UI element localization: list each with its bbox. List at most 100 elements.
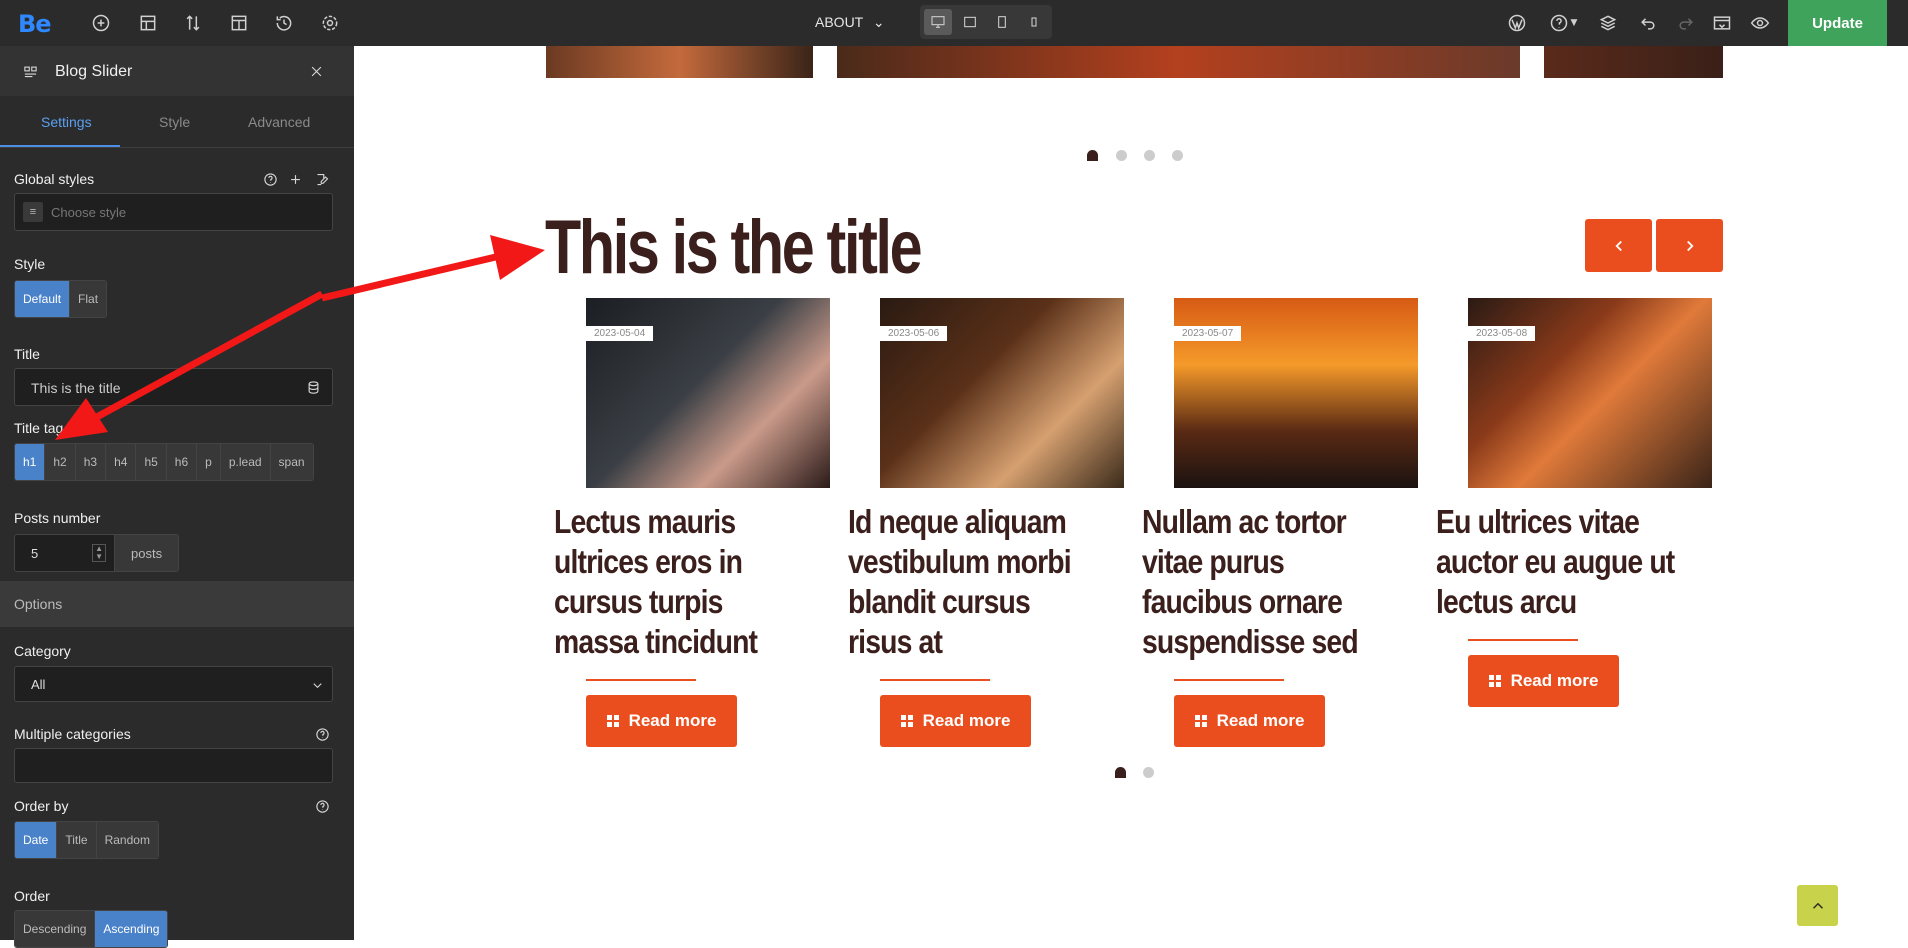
post-title[interactable]: Eu ultrices vitae auctor eu augue ut lec… xyxy=(1436,502,1681,622)
title-divider xyxy=(586,679,696,681)
tablet-portrait-icon[interactable] xyxy=(988,9,1016,35)
slider-dot-active[interactable] xyxy=(1087,150,1098,161)
title-tag-segmented: h1 h2 h3 h4 h5 h6 p p.lead span xyxy=(14,443,314,481)
title-tag-h4[interactable]: h4 xyxy=(106,444,137,480)
grid-icon xyxy=(1194,715,1207,727)
read-more-button[interactable]: Read more xyxy=(1174,695,1325,747)
blog-slider-title[interactable]: This is the title xyxy=(545,204,923,291)
post-title[interactable]: Lectus mauris ultrices eros in cursus tu… xyxy=(554,502,799,662)
help-icon[interactable] xyxy=(262,171,278,187)
layers-icon[interactable] xyxy=(1596,11,1620,35)
tab-style[interactable]: Style xyxy=(159,114,190,130)
close-icon[interactable] xyxy=(308,63,324,79)
slider-image xyxy=(1544,46,1723,78)
post-title[interactable]: Nullam ac tortor vitae purus faucibus or… xyxy=(1142,502,1387,662)
title-tag-h1[interactable]: h1 xyxy=(15,444,46,480)
page-select-label: ABOUT xyxy=(815,14,863,30)
be-logo[interactable]: Be xyxy=(18,10,52,38)
slider-dot[interactable] xyxy=(1143,767,1154,778)
database-icon[interactable] xyxy=(305,379,321,395)
global-style-placeholder: Choose style xyxy=(51,205,127,220)
template-icon[interactable] xyxy=(227,11,251,35)
undo-icon[interactable] xyxy=(1636,11,1660,35)
order-by-random[interactable]: Random xyxy=(96,822,158,858)
eye-icon[interactable] xyxy=(1748,11,1772,35)
sidebar-title: Blog Slider xyxy=(55,63,133,80)
order-descending[interactable]: Descending xyxy=(15,911,96,947)
grid-icon xyxy=(606,715,619,727)
read-more-button[interactable]: Read more xyxy=(880,695,1031,747)
title-label: Title xyxy=(14,346,40,362)
grid-icon xyxy=(1488,675,1501,687)
title-tag-label: Title tag xyxy=(14,420,64,436)
title-tag-p[interactable]: p xyxy=(197,444,221,480)
settings-icon[interactable] xyxy=(318,11,342,35)
posts-number-stepper: 5 ▲ ▼ posts xyxy=(14,534,180,572)
history-icon[interactable] xyxy=(272,11,296,35)
title-divider xyxy=(1468,639,1578,641)
sort-icon[interactable] xyxy=(181,11,205,35)
style-segmented: Default Flat xyxy=(14,280,108,318)
order-by-title[interactable]: Title xyxy=(57,822,97,858)
post-date: 2023-05-04 xyxy=(586,326,654,341)
multiple-categories-input[interactable] xyxy=(14,748,333,783)
title-tag-p-lead[interactable]: p.lead xyxy=(220,444,271,480)
help-dropdown-icon[interactable]: ▼ xyxy=(1567,11,1581,35)
order-by-date[interactable]: Date xyxy=(15,822,58,858)
tab-advanced[interactable]: Advanced xyxy=(248,114,310,130)
chevron-down-icon: ⌄ xyxy=(872,14,885,30)
slider-dot[interactable] xyxy=(1116,150,1127,161)
slider-next-button[interactable] xyxy=(1656,219,1723,272)
active-tab-underline xyxy=(0,145,120,147)
mobile-icon[interactable] xyxy=(1020,9,1048,35)
chevron-right-icon xyxy=(1686,240,1694,251)
tab-settings[interactable]: Settings xyxy=(41,114,92,130)
options-label: Options xyxy=(14,596,63,612)
posts-number-input[interactable]: 5 ▲ ▼ xyxy=(15,535,115,571)
category-value: All xyxy=(31,677,46,692)
title-tag-h6[interactable]: h6 xyxy=(166,444,198,480)
style-option-default[interactable]: Default xyxy=(15,281,71,317)
redo-icon[interactable] xyxy=(1674,11,1698,35)
slider-prev-button[interactable] xyxy=(1585,219,1652,272)
style-option-flat[interactable]: Flat xyxy=(70,281,107,317)
scroll-to-top-button[interactable] xyxy=(1797,885,1838,926)
title-tag-h5[interactable]: h5 xyxy=(136,444,167,480)
add-icon[interactable] xyxy=(287,171,303,187)
title-tag-h2[interactable]: h2 xyxy=(45,444,76,480)
wordpress-icon[interactable] xyxy=(1505,11,1529,35)
edit-style-icon[interactable] xyxy=(314,171,330,187)
category-select[interactable]: All xyxy=(14,666,333,702)
global-style-select[interactable]: ≡ Choose style xyxy=(14,193,333,231)
preview-icon[interactable] xyxy=(1710,11,1734,35)
update-button[interactable]: Update xyxy=(1788,0,1887,46)
slider-dot[interactable] xyxy=(1172,150,1183,161)
desktop-icon[interactable] xyxy=(924,9,952,35)
slider-dot[interactable] xyxy=(1144,150,1155,161)
stepper-arrows-icon[interactable]: ▲ ▼ xyxy=(92,544,106,562)
read-more-label: Read more xyxy=(922,711,1011,730)
order-ascending[interactable]: Ascending xyxy=(95,911,168,947)
chevron-up-icon xyxy=(1812,902,1823,909)
read-more-button[interactable]: Read more xyxy=(1468,655,1619,707)
tablet-icon[interactable] xyxy=(956,9,984,35)
post-date: 2023-05-06 xyxy=(880,326,948,341)
post-title[interactable]: Id neque aliquam vestibulum morbi blandi… xyxy=(848,502,1093,662)
title-input[interactable]: This is the title xyxy=(14,368,333,406)
layout-icon[interactable] xyxy=(136,11,160,35)
slider-dot-active[interactable] xyxy=(1115,767,1126,778)
page-select[interactable]: ABOUT ⌄ xyxy=(815,14,885,31)
style-label: Style xyxy=(14,256,46,272)
order-by-segmented: Date Title Random xyxy=(14,821,159,859)
page-canvas: This is the title 2023-05-04 Lectus maur… xyxy=(354,46,1908,940)
chevron-left-icon xyxy=(1614,240,1622,251)
list-icon: ≡ xyxy=(23,202,43,222)
read-more-label: Read more xyxy=(1216,711,1305,730)
help-icon[interactable] xyxy=(314,798,330,814)
help-icon[interactable] xyxy=(314,726,330,742)
add-icon[interactable] xyxy=(89,11,113,35)
title-tag-span[interactable]: span xyxy=(270,444,313,480)
read-more-button[interactable]: Read more xyxy=(586,695,737,747)
title-tag-h3[interactable]: h3 xyxy=(75,444,107,480)
options-section-header[interactable]: Options xyxy=(0,581,354,627)
